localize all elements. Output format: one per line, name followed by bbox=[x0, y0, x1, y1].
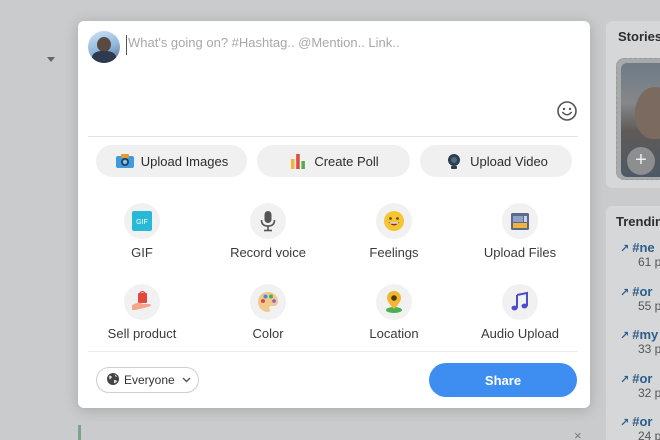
upload-files-button[interactable]: Upload Files bbox=[460, 203, 580, 260]
trend-item[interactable]: ↗ #ne 61 p bbox=[620, 240, 660, 269]
post-composer-input[interactable] bbox=[126, 35, 566, 55]
story-add-card[interactable]: + bbox=[616, 58, 660, 180]
trending-card: Trending ↗#ne 61 p ↗#or 55 p ↗#my 33 p ↗… bbox=[606, 206, 660, 440]
trending-title: Trending bbox=[616, 214, 660, 229]
trend-item[interactable]: ↗ #my 33 p bbox=[620, 327, 660, 356]
feelings-button[interactable]: Feelings bbox=[334, 203, 454, 260]
color-button[interactable]: Color bbox=[208, 284, 328, 341]
shopping-bag-hand-icon bbox=[124, 284, 160, 320]
globe-icon bbox=[106, 372, 120, 389]
record-voice-button[interactable]: Record voice bbox=[208, 203, 328, 260]
microphone-icon bbox=[250, 203, 286, 239]
folder-icon bbox=[502, 203, 538, 239]
stories-card: Stories + bbox=[606, 21, 660, 188]
trending-up-icon: ↗ bbox=[620, 330, 630, 342]
gif-button[interactable]: GIF GIF bbox=[82, 203, 202, 260]
trend-item[interactable]: ↗ #or 24 p bbox=[620, 414, 660, 440]
upload-images-button[interactable]: Upload Images bbox=[96, 145, 247, 177]
bar-chart-icon bbox=[288, 152, 308, 170]
trending-up-icon: ↗ bbox=[620, 243, 630, 255]
close-icon[interactable]: × bbox=[574, 428, 582, 440]
camera-icon bbox=[115, 152, 135, 170]
trending-up-icon: ↗ bbox=[620, 374, 630, 386]
video-camera-icon bbox=[444, 152, 464, 170]
music-note-icon bbox=[502, 284, 538, 320]
grinning-face-icon bbox=[376, 203, 412, 239]
divider bbox=[88, 351, 578, 352]
gif-icon: GIF bbox=[124, 203, 160, 239]
svg-text:GIF: GIF bbox=[136, 219, 148, 226]
background-post-edge bbox=[78, 425, 81, 440]
trend-item[interactable]: ↗ #or 32 p bbox=[620, 371, 660, 400]
palette-icon bbox=[250, 284, 286, 320]
sell-product-button[interactable]: Sell product bbox=[82, 284, 202, 341]
upload-video-button[interactable]: Upload Video bbox=[420, 145, 572, 177]
audio-upload-button[interactable]: Audio Upload bbox=[460, 284, 580, 341]
map-pin-icon bbox=[376, 284, 412, 320]
smiley-face-icon[interactable] bbox=[556, 100, 578, 122]
add-story-button[interactable]: + bbox=[627, 147, 655, 175]
avatar bbox=[88, 31, 120, 63]
audience-label: Everyone bbox=[124, 373, 175, 387]
location-button[interactable]: Location bbox=[334, 284, 454, 341]
trending-up-icon: ↗ bbox=[620, 417, 630, 429]
audience-select[interactable]: Everyone bbox=[96, 367, 199, 393]
trending-up-icon: ↗ bbox=[620, 287, 630, 299]
trend-item[interactable]: ↗ #or 55 p bbox=[620, 284, 660, 313]
create-poll-button[interactable]: Create Poll bbox=[257, 145, 410, 177]
stories-title: Stories bbox=[618, 29, 660, 44]
divider bbox=[88, 136, 578, 137]
create-post-modal: Upload Images Create Poll Upload Video bbox=[78, 21, 590, 408]
chevron-down-icon bbox=[47, 57, 55, 62]
share-button[interactable]: Share bbox=[429, 363, 577, 397]
chevron-down-icon bbox=[182, 375, 191, 385]
